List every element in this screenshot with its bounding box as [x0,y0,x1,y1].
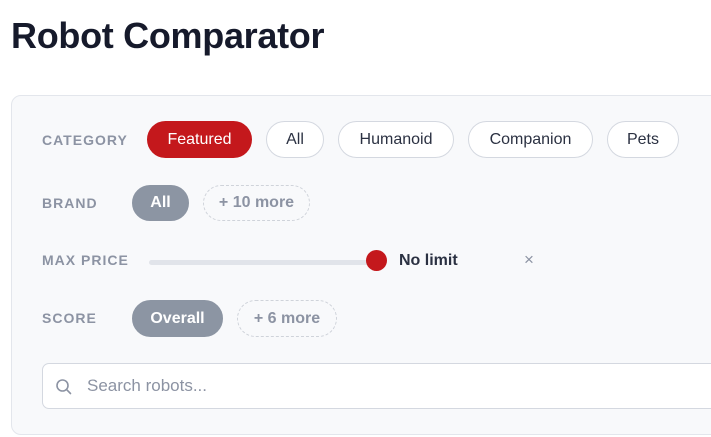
score-label: SCORE [42,310,97,326]
category-label: CATEGORY [42,132,128,148]
clear-price-icon[interactable]: × [520,250,538,270]
max-price-slider-thumb[interactable] [366,250,387,271]
max-price-value: No limit [399,252,458,269]
filter-panel: CATEGORY Featured All Humanoid Companion… [11,95,711,435]
brand-chip-all[interactable]: All [132,185,189,221]
max-price-slider-track[interactable] [149,260,377,265]
category-chip-all[interactable]: All [266,121,324,158]
brand-more-button[interactable]: + 10 more [203,185,310,221]
score-more-button[interactable]: + 6 more [237,300,337,337]
search-input[interactable] [87,364,711,408]
category-chip-humanoid[interactable]: Humanoid [338,121,454,158]
page-title: Robot Comparator [11,15,325,56]
category-chip-companion[interactable]: Companion [468,121,593,158]
category-chip-featured[interactable]: Featured [147,121,252,158]
category-chip-pets[interactable]: Pets [607,121,679,158]
score-chip-overall[interactable]: Overall [132,300,223,337]
brand-label: BRAND [42,195,98,211]
search-icon [55,378,73,396]
max-price-label: MAX PRICE [42,252,129,268]
search-box [42,363,711,409]
